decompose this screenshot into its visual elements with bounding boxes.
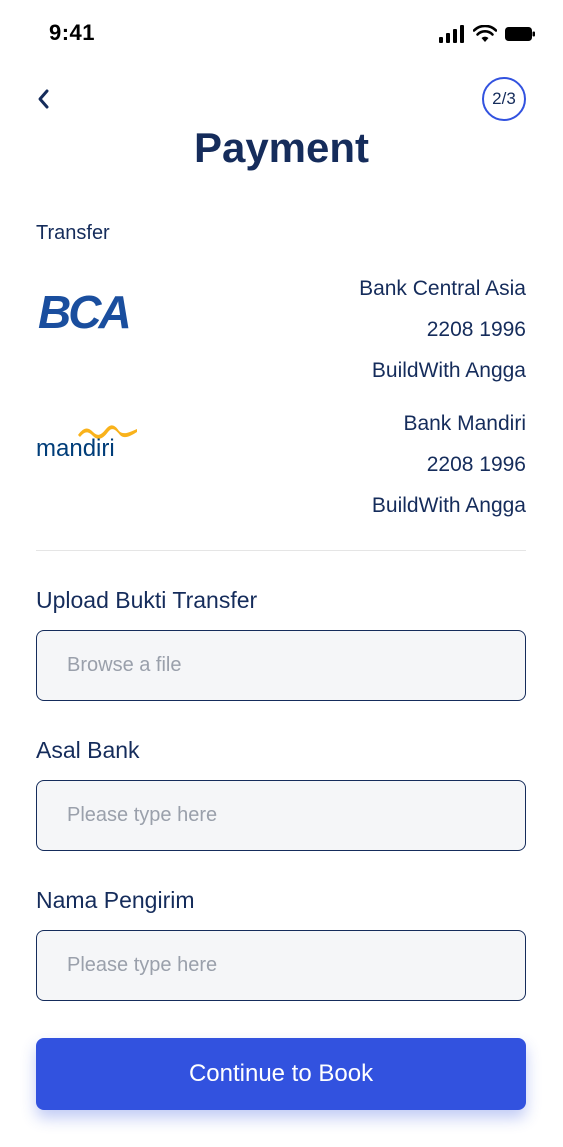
bank-info-bca: Bank Central Asia 2208 1996 BuildWith An…: [359, 268, 526, 391]
divider: [36, 550, 526, 551]
status-time: 9:41: [49, 20, 96, 45]
chevron-left-icon: [38, 89, 49, 109]
bank-info-mandiri: Bank Mandiri 2208 1996 BuildWith Angga: [372, 403, 526, 526]
bank-name: Bank Central Asia: [359, 277, 526, 300]
wifi-icon: [473, 25, 497, 42]
transfer-label: Transfer: [36, 222, 110, 244]
upload-placeholder: Browse a file: [67, 654, 182, 676]
sender-name-label: Nama Pengirim: [36, 887, 195, 913]
mandiri-logo-text: mandiri: [36, 435, 115, 462]
mandiri-logo: mandiri: [36, 423, 141, 468]
bank-option-bca: BCA Bank Central Asia 2208 1996 BuildWit…: [36, 268, 526, 388]
upload-file-input[interactable]: Browse a file: [36, 630, 526, 701]
battery-icon: [505, 27, 535, 41]
back-button[interactable]: [28, 84, 58, 114]
bank-name: Bank Mandiri: [403, 412, 526, 435]
account-holder: BuildWith Angga: [371, 359, 526, 382]
origin-bank-input[interactable]: [36, 780, 526, 851]
status-bar: 9:41: [0, 0, 563, 70]
bank-option-mandiri: mandiri Bank Mandiri 2208 1996 BuildWith…: [36, 403, 526, 523]
sender-name-input[interactable]: [36, 930, 526, 1001]
bca-logo-text: BCA: [38, 288, 129, 332]
step-indicator: 2/3: [482, 77, 526, 121]
bca-logo: BCA: [36, 286, 136, 338]
account-holder: BuildWith Angga: [371, 494, 526, 517]
page-title: Payment: [193, 124, 370, 171]
continue-to-book-button[interactable]: Continue to Book: [36, 1038, 526, 1110]
origin-bank-label: Asal Bank: [36, 737, 140, 763]
upload-label: Upload Bukti Transfer: [36, 587, 258, 613]
status-icons: [439, 25, 535, 43]
signal-icon: [439, 25, 464, 43]
account-number: 2208 1996: [426, 318, 526, 341]
account-number: 2208 1996: [426, 453, 526, 476]
